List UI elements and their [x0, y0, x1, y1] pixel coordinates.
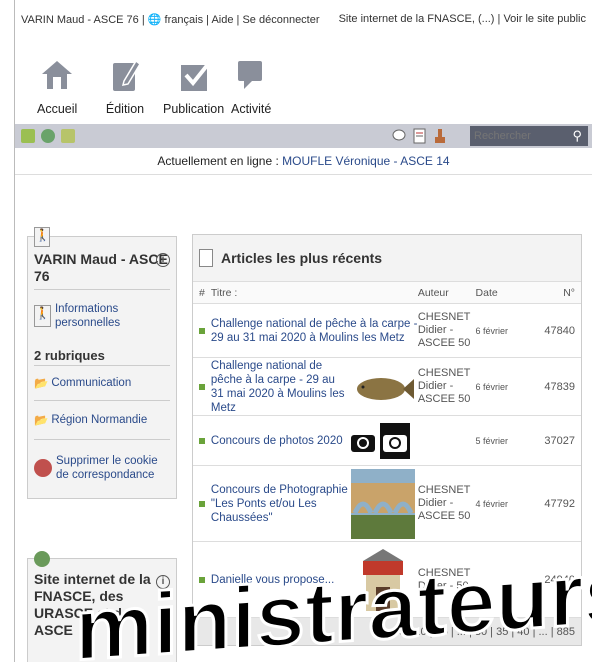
status-dot	[198, 576, 205, 583]
info-icon[interactable]: i	[156, 253, 170, 267]
home-icon	[37, 54, 77, 96]
stamp-icon[interactable]	[433, 128, 447, 149]
publish-icon	[174, 54, 214, 96]
camera-thumbnail	[348, 422, 418, 459]
divider	[15, 174, 592, 175]
article-row[interactable]: Concours de photos 2020 5 février 37027	[193, 415, 581, 465]
bridge-thumbnail	[348, 468, 418, 539]
main-toolbar: Accueil Édition Publication Activité	[15, 38, 592, 124]
document-icon[interactable]	[413, 128, 426, 149]
fish-thumbnail	[348, 367, 418, 407]
edit-icon	[105, 54, 145, 96]
edit-label: Édition	[105, 102, 145, 116]
status-dot	[198, 500, 205, 507]
search-input[interactable]	[470, 126, 588, 146]
new-article-icon[interactable]	[21, 129, 35, 143]
public-site-link[interactable]: Voir le site public	[503, 13, 586, 25]
user-panel: 🚶 VARIN Maud - ASCE 76 i 🚶 Informations …	[27, 227, 177, 499]
article-row[interactable]: Danielle vous propose... CHESNET Didier …	[193, 541, 581, 617]
edit-button[interactable]: Édition	[105, 54, 145, 116]
home-label: Accueil	[37, 102, 78, 116]
language-icon: 🌐	[147, 13, 162, 26]
rubrique-normandie[interactable]: 📂 Région Normandie	[28, 401, 176, 439]
cookie-icon	[34, 459, 52, 477]
new-section-icon[interactable]	[61, 129, 75, 143]
activity-label: Activité	[231, 102, 272, 116]
pagination[interactable]: 5 | 10 | 15 | ... | 30 | 35 | 40 | ... |…	[193, 617, 581, 645]
comment-icon[interactable]	[392, 129, 406, 148]
top-left: VARIN Maud - ASCE 76 | 🌐 français | Aide…	[21, 13, 320, 26]
recent-articles: Articles les plus récents # Titre : Aute…	[192, 234, 582, 646]
site-panel-title: Site internet de la FNASCE, des URASCE e…	[28, 559, 176, 643]
personal-info-link[interactable]: 🚶 Informations personnelles	[28, 290, 176, 342]
publish-button[interactable]: Publication	[163, 54, 224, 116]
logout-link[interactable]: Se déconnecter	[242, 14, 319, 26]
user-panel-title: VARIN Maud - ASCE 76 i	[28, 237, 176, 289]
delete-cookie-link[interactable]: Supprimer le cookie de correspondance	[28, 440, 176, 498]
status-dot	[198, 327, 205, 334]
help-link[interactable]: Aide	[211, 14, 233, 26]
status-dot	[198, 383, 205, 390]
language-link[interactable]: français	[165, 14, 204, 26]
current-user: VARIN Maud - ASCE 76	[21, 13, 139, 26]
activity-button[interactable]: Activité	[231, 54, 271, 116]
site-panel: Site internet de la FNASCE, des URASCE e…	[27, 551, 177, 662]
folder-icon: 📂	[34, 378, 49, 390]
info-icon[interactable]: i	[156, 575, 170, 589]
rubriques-heading: 2 rubriques	[34, 348, 105, 363]
person-icon: 🚶	[34, 305, 51, 327]
home-button[interactable]: Accueil	[37, 54, 77, 116]
site-link[interactable]: Site internet de la FNASCE, (...)	[339, 13, 495, 25]
refresh-icon[interactable]	[41, 129, 55, 143]
top-bar: VARIN Maud - ASCE 76 | 🌐 français | Aide…	[15, 0, 592, 38]
action-bar: ⚲	[15, 124, 592, 148]
articles-icon	[199, 249, 213, 267]
admin-frame: VARIN Maud - ASCE 76 | 🌐 français | Aide…	[14, 0, 592, 662]
article-row[interactable]: Challenge national de pêche à la carpe -…	[193, 357, 581, 415]
status-dot	[198, 437, 205, 444]
article-row[interactable]: Concours de Photographie "Les Ponts et/o…	[193, 465, 581, 541]
online-user-link[interactable]: MOUFLE Véronique - ASCE 14	[282, 154, 449, 168]
online-label: Actuellement en ligne :	[157, 154, 279, 168]
shop-thumbnail	[348, 547, 418, 613]
folder-icon: 📂	[34, 415, 49, 427]
chat-icon	[231, 54, 271, 96]
search-icon[interactable]: ⚲	[572, 128, 582, 144]
articles-columns: # Titre : Auteur Date N°	[193, 281, 581, 303]
articles-header: Articles les plus récents	[193, 235, 581, 281]
publish-label: Publication	[163, 102, 225, 116]
article-row[interactable]: Challenge national de pêche à la carpe -…	[193, 303, 581, 357]
top-right: Site internet de la FNASCE, (...) | Voir…	[338, 13, 586, 25]
rubrique-communication[interactable]: 📂 Communication	[28, 366, 176, 400]
online-users: Actuellement en ligne : MOUFLE Véronique…	[15, 148, 592, 174]
